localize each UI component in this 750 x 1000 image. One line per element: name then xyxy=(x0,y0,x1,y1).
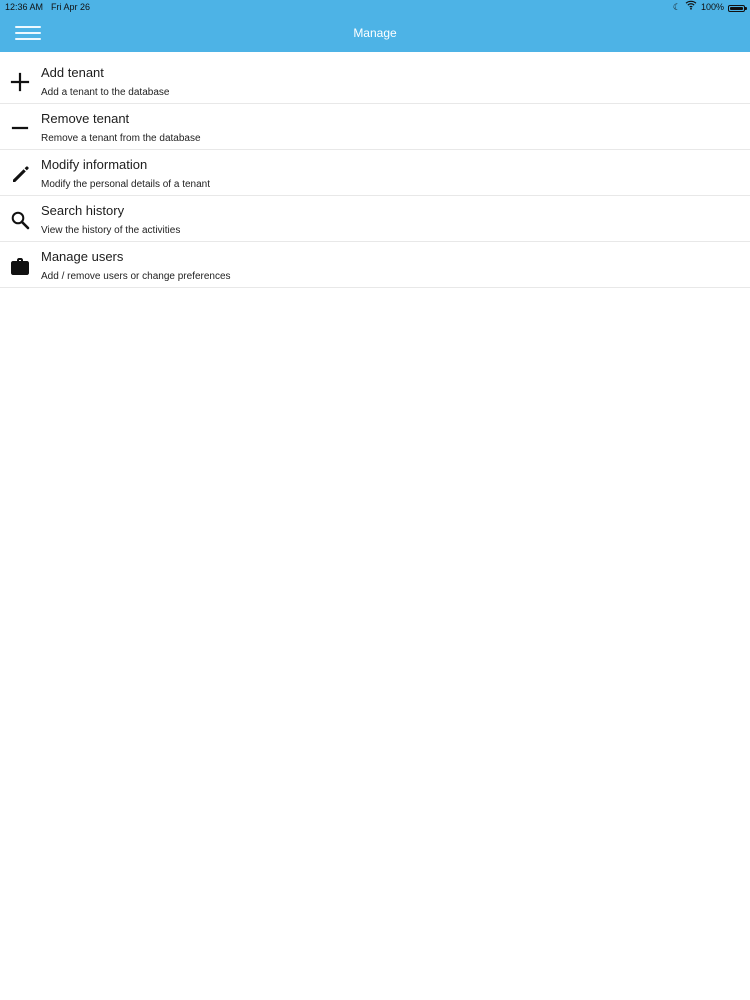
status-left: 12:36 AM Fri Apr 26 xyxy=(5,0,90,14)
status-date: Fri Apr 26 xyxy=(51,2,91,12)
manage-screen: 12:36 AM Fri Apr 26 ☾ 100% Manage Add te… xyxy=(0,0,750,1000)
manage-users-list-item[interactable]: Manage users Add / remove users or chang… xyxy=(0,242,750,288)
battery-icon xyxy=(728,5,747,12)
moon-icon: ☾ xyxy=(672,2,681,12)
modify-information-list-item[interactable]: Modify information Modify the personal d… xyxy=(0,150,750,196)
remove-tenant-title: Remove tenant xyxy=(41,111,130,126)
page-title: Manage xyxy=(353,26,397,40)
add-tenant-subtitle: Add a tenant to the database xyxy=(41,87,170,98)
wifi-icon xyxy=(685,0,697,14)
pencil-icon xyxy=(9,163,31,185)
top-navigation-bar: 12:36 AM Fri Apr 26 ☾ 100% Manage xyxy=(0,0,750,52)
add-tenant-list-item[interactable]: Add tenant Add a tenant to the database xyxy=(0,58,750,104)
modify-information-subtitle: Modify the personal details of a tenant xyxy=(41,179,210,190)
manage-options-list: Add tenant Add a tenant to the database … xyxy=(0,58,750,288)
search-history-subtitle: View the history of the activities xyxy=(41,225,181,236)
remove-tenant-subtitle: Remove a tenant from the database xyxy=(41,133,201,144)
add-tenant-title: Add tenant xyxy=(41,65,104,80)
status-bar: 12:36 AM Fri Apr 26 ☾ 100% xyxy=(0,0,750,14)
status-time: 12:36 AM xyxy=(5,2,44,12)
search-history-list-item[interactable]: Search history View the history of the a… xyxy=(0,196,750,242)
search-icon xyxy=(9,209,31,231)
modify-information-title: Modify information xyxy=(41,157,148,172)
manage-users-title: Manage users xyxy=(41,249,124,264)
remove-tenant-list-item[interactable]: Remove tenant Remove a tenant from the d… xyxy=(0,104,750,150)
search-history-title: Search history xyxy=(41,203,125,218)
briefcase-icon xyxy=(9,255,31,277)
battery-percent: 100% xyxy=(700,2,724,12)
minus-icon xyxy=(9,117,31,139)
manage-users-subtitle: Add / remove users or change preferences xyxy=(41,271,231,282)
plus-icon xyxy=(9,71,31,93)
status-right: ☾ 100% xyxy=(672,0,747,14)
